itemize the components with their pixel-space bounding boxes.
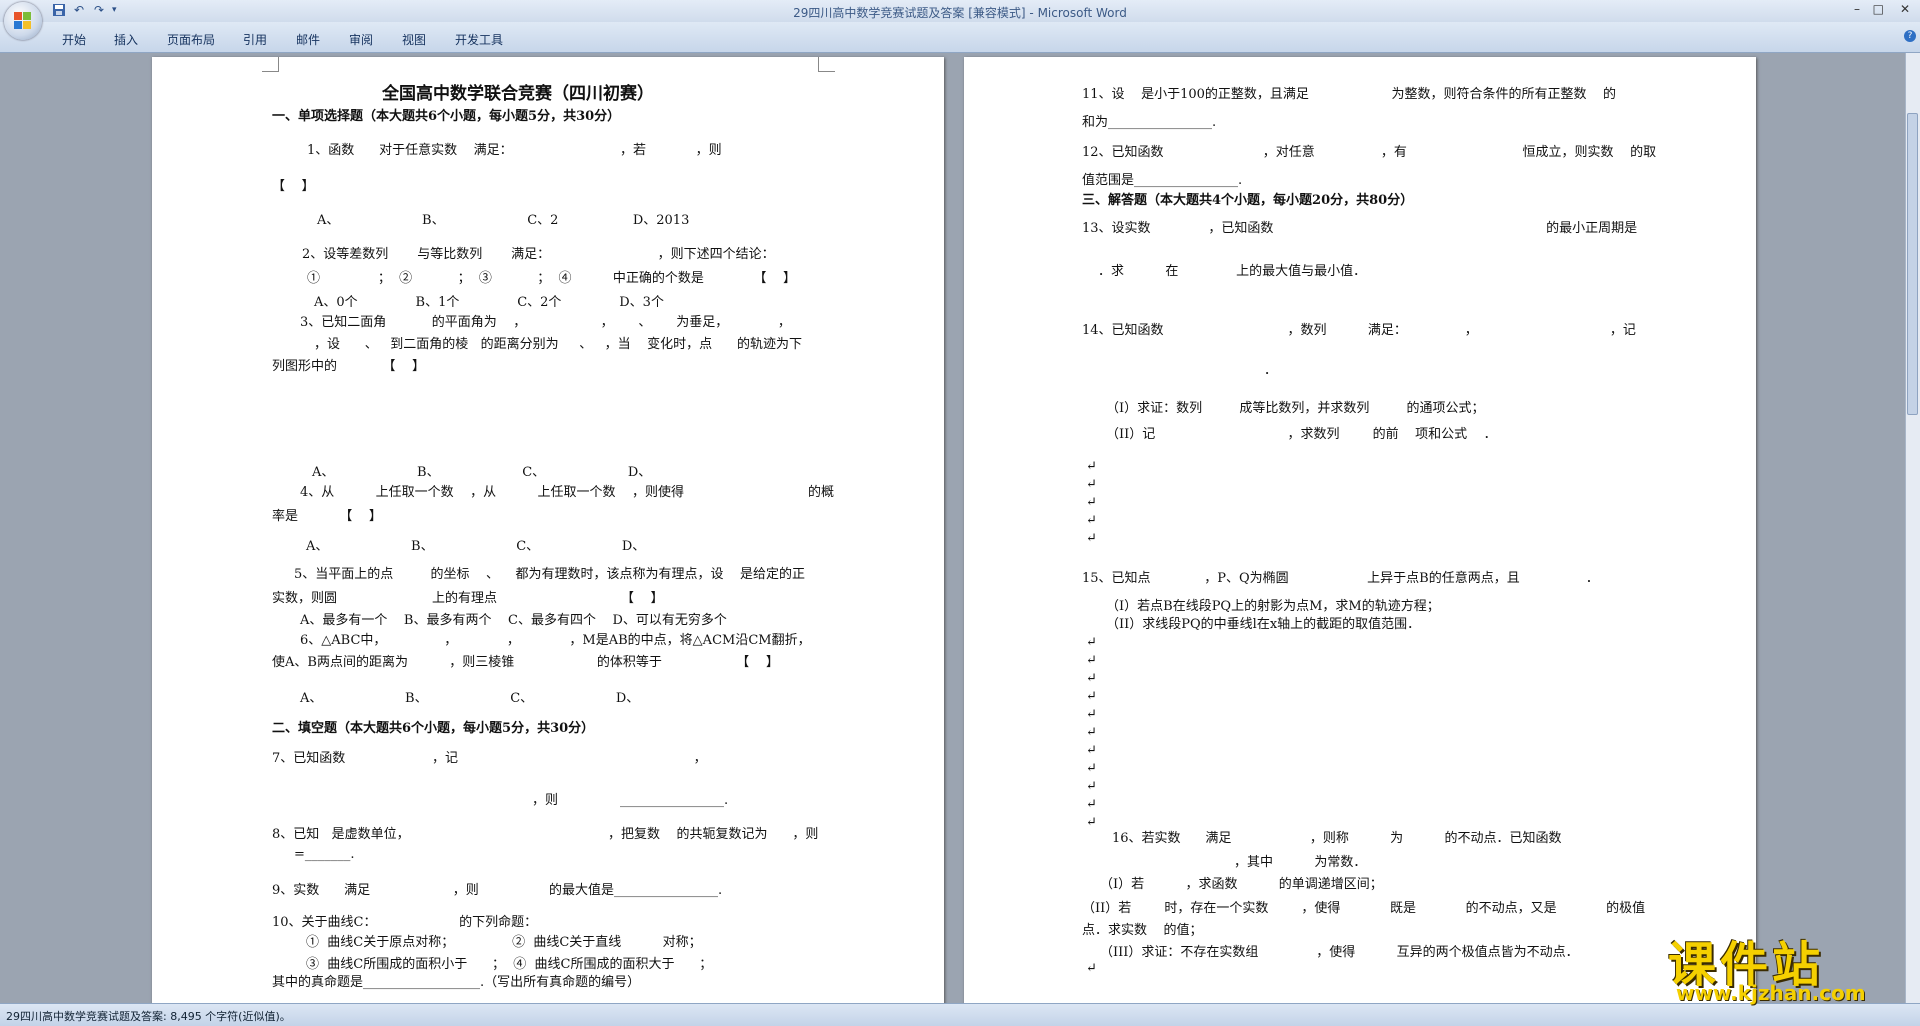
status-bar: 29四川高中数学竞赛试题及答案: 8,495 个字符(近似值)。 bbox=[0, 1003, 1920, 1026]
office-button[interactable] bbox=[4, 2, 42, 40]
paragraph-mark: ↵ bbox=[1086, 689, 1097, 704]
paragraph-mark: ↵ bbox=[1086, 635, 1097, 650]
options-row: A、 B、 C、 D、 bbox=[306, 539, 646, 554]
question-text: ③ 曲线C所围成的面积小于 ； ④ 曲线C所围成的面积大于 ； bbox=[306, 957, 713, 972]
question-text: （I）若 ，求函数 的单调递增区间； bbox=[1100, 877, 1383, 892]
question-text: 1、函数 对于任意实数 满足： ，若 ，则 bbox=[307, 143, 722, 158]
office-logo-icon bbox=[14, 12, 32, 30]
question-text: 10、关于曲线C： 的下列命题： bbox=[272, 915, 538, 930]
question-text: 16、若实数 满足 ，则称 为 的不动点．已知函数 bbox=[1112, 831, 1562, 846]
paragraph-mark: ↵ bbox=[1086, 779, 1097, 794]
answer-bracket: 【 】 bbox=[272, 179, 315, 194]
options-row: A、 B、 C、 D、 bbox=[312, 465, 652, 480]
tab-page-layout[interactable]: 页面布局 bbox=[167, 31, 215, 48]
question-text: 9、实数 满足 ，则 的最大值是________________. bbox=[272, 883, 723, 898]
question-text: =_______. bbox=[294, 847, 355, 862]
question-text: 3、已知二面角 的平面角为 ， ， 、 为垂足， ， bbox=[300, 315, 791, 330]
question-text: ．求 在 上的最大值与最小值． bbox=[1098, 264, 1367, 279]
question-text: 5、当平面上的点 的坐标 、 都为有理数时，该点称为有理点，设 是给定的正 bbox=[294, 567, 806, 582]
question-text: 使A、B两点间的距离为 ，则三棱锥 的体积等于 【 】 bbox=[272, 655, 779, 670]
tab-references[interactable]: 引用 bbox=[243, 31, 267, 48]
paragraph-mark: ↵ bbox=[1086, 797, 1097, 812]
question-text: （I）若点B在线段PQ上的射影为点M，求M的轨迹方程； bbox=[1106, 599, 1440, 614]
watermark-url: www.kjzhan.com bbox=[1676, 981, 1866, 1005]
question-text: 和为________________. bbox=[1082, 115, 1217, 130]
question-text: 12、已知函数 ，对任意 ，有 恒成立，则实数 的取 bbox=[1082, 145, 1657, 160]
tab-view[interactable]: 视图 bbox=[402, 31, 426, 48]
section-heading: 二、填空题（本大题共6个小题，每小题5分，共30分） bbox=[272, 721, 595, 736]
question-text: （II）记 ，求数列 的前 项和公式 ． bbox=[1106, 427, 1497, 442]
options-row: A、 B、 C、2 D、2013 bbox=[317, 213, 690, 228]
question-text: ，则 ________________. bbox=[532, 793, 729, 808]
vertical-scrollbar[interactable] bbox=[1905, 53, 1920, 1003]
paragraph-mark: ↵ bbox=[1086, 707, 1097, 722]
question-text: 其中的真命题是__________________.（写出所有真命题的编号） bbox=[272, 975, 641, 990]
question-text: 实数，则圆 上的有理点 【 】 bbox=[272, 591, 664, 606]
question-text: ，设 、 到二面角的棱 的距离分别为 、 ，当 变化时，点 的轨迹为下 bbox=[314, 337, 802, 352]
watermark-logo: 课件站 www.kjzhan.com bbox=[1668, 925, 1904, 1005]
tab-developer[interactable]: 开发工具 bbox=[455, 31, 503, 48]
question-text: 4、从 上任取一个数 ，从 上任取一个数 ，则使得 的概 bbox=[300, 485, 834, 500]
question-text: 值范围是________________. bbox=[1082, 173, 1243, 188]
options-row: A、最多有一个 B、最多有两个 C、最多有四个 D、可以有无穷多个 bbox=[300, 613, 727, 628]
ribbon: 开始 插入 页面布局 引用 邮件 审阅 视图 开发工具 ? bbox=[0, 22, 1920, 53]
minimize-button[interactable]: – bbox=[1854, 2, 1860, 16]
paragraph-mark: ↵ bbox=[1086, 815, 1097, 830]
paragraph-mark: ↵ bbox=[1086, 743, 1097, 758]
help-icon[interactable]: ? bbox=[1904, 30, 1916, 42]
question-text: 率是 【 】 bbox=[272, 509, 382, 524]
paragraph-mark: ↵ bbox=[1086, 513, 1097, 528]
section-heading: 三、解答题（本大题共4个小题，每小题20分，共80分） bbox=[1082, 193, 1414, 208]
section-heading: 一、单项选择题（本大题共6个小题，每小题5分，共30分） bbox=[272, 109, 621, 124]
question-text: 点．求实数 的值； bbox=[1082, 923, 1203, 938]
options-row: A、0个 B、1个 C、2个 D、3个 bbox=[314, 295, 664, 310]
paragraph-mark: ↵ bbox=[1086, 495, 1097, 510]
question-text: （III）求证：不存在实数组 ，使得 互异的两个极值点皆为不动点． bbox=[1100, 945, 1579, 960]
question-text: ① 曲线C关于原点对称； ② 曲线C关于直线 对称； bbox=[306, 935, 702, 950]
paragraph-mark: ↵ bbox=[1086, 671, 1097, 686]
question-text: 7、已知函数 ，记 ， bbox=[272, 751, 707, 766]
question-text: ． bbox=[1264, 363, 1278, 378]
crop-mark bbox=[262, 57, 279, 72]
question-text: （II）若 时，存在一个实数 ，使得 既是 的不动点，又是 的极值 bbox=[1082, 901, 1646, 916]
question-text: 15、已知点 ，P、Q为椭圆 上异于点B的任意两点，且 ． bbox=[1082, 571, 1599, 586]
tab-insert[interactable]: 插入 bbox=[114, 31, 138, 48]
status-text: 29四川高中数学竞赛试题及答案: 8,495 个字符(近似值)。 bbox=[6, 1010, 291, 1023]
tab-review[interactable]: 审阅 bbox=[349, 31, 373, 48]
question-text: （II）求线段PQ的中垂线l在x轴上的截距的取值范围． bbox=[1106, 617, 1421, 632]
close-button[interactable]: ✕ bbox=[1900, 2, 1910, 16]
paragraph-mark: ↵ bbox=[1086, 653, 1097, 668]
crop-mark bbox=[818, 57, 835, 72]
tab-mailings[interactable]: 邮件 bbox=[296, 31, 320, 48]
window-title: 29四川高中数学竞赛试题及答案 [兼容模式] - Microsoft Word bbox=[793, 6, 1127, 20]
paragraph-mark: ↵ bbox=[1086, 961, 1097, 976]
question-text: （I）求证：数列 成等比数列，并求数列 的通项公式； bbox=[1106, 401, 1485, 416]
paragraph-mark: ↵ bbox=[1086, 531, 1097, 546]
paragraph-mark: ↵ bbox=[1086, 761, 1097, 776]
question-text: 11、设 是小于100的正整数，且满足 为整数，则符合条件的所有正整数 的 bbox=[1082, 87, 1617, 102]
question-text: 14、已知函数 ，数列 满足： ， ，记 bbox=[1082, 323, 1636, 338]
paragraph-mark: ↵ bbox=[1086, 459, 1097, 474]
document-page-left[interactable]: 全国高中数学联合竞赛（四川初赛） 一、单项选择题（本大题共6个小题，每小题5分，… bbox=[152, 57, 944, 1017]
document-page-right[interactable]: 11、设 是小于100的正整数，且满足 为整数，则符合条件的所有正整数 的 和为… bbox=[964, 57, 1756, 1017]
title-bar: ↶ ↷ ▾ 29四川高中数学竞赛试题及答案 [兼容模式] - Microsoft… bbox=[0, 0, 1920, 22]
tab-home[interactable]: 开始 bbox=[62, 31, 86, 48]
paragraph-mark: ↵ bbox=[1086, 477, 1097, 492]
paragraph-mark: ↵ bbox=[1086, 725, 1097, 740]
question-text: ，其中 为常数． bbox=[1234, 855, 1367, 870]
question-text: 6、△ABC中， ， ， ，M是AB的中点，将△ACM沿CM翻折， bbox=[300, 633, 811, 648]
question-text: 列图形中的 【 】 bbox=[272, 359, 425, 374]
scrollbar-thumb[interactable] bbox=[1907, 113, 1918, 415]
question-text: 13、设实数 ，已知函数 的最小正周期是 bbox=[1082, 221, 1638, 236]
question-text: ① ； ② ； ③ ； ④ 中正确的个数是 【 】 bbox=[307, 271, 796, 286]
question-text: 2、设等差数列 与等比数列 满足： ，则下述四个结论： bbox=[302, 247, 775, 262]
question-text: 8、已知 是虚数单位， ，把复数 的共轭复数记为 ，则 bbox=[272, 827, 819, 842]
maximize-button[interactable]: □ bbox=[1873, 2, 1884, 16]
options-row: A、 B、 C、 D、 bbox=[300, 691, 640, 706]
paper-title: 全国高中数学联合竞赛（四川初赛） bbox=[382, 84, 654, 104]
